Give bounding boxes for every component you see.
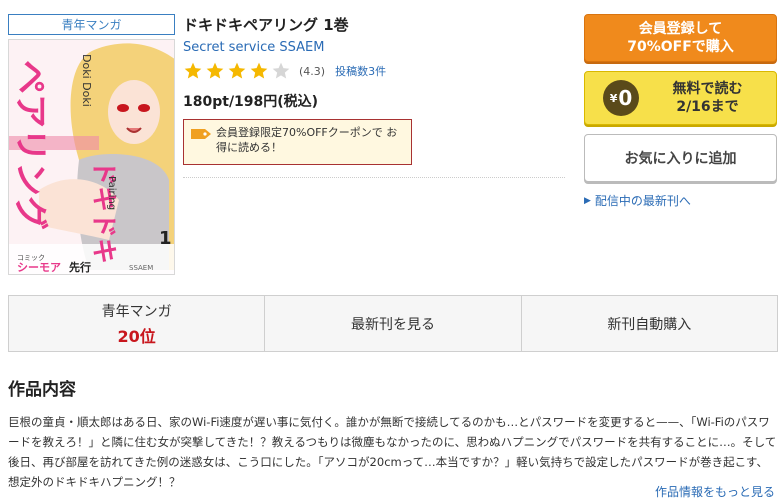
book-title: ドキドキペアリング 1巻 [183, 16, 349, 34]
latest-volume-button-label: 最新刊を見る [350, 316, 435, 333]
latest-volume-label: 配信中の最新刊へ [594, 194, 691, 208]
cover-latin-doki: Doki Doki [80, 54, 93, 107]
yen-symbol: ¥ [609, 91, 618, 105]
description-text: 巨根の童貞・順太郎はある日、家のWi-Fi速度が遅い事に気付く。誰かが無断で接続… [8, 415, 777, 489]
more-info-link[interactable]: 作品情報をもっと見る [655, 483, 775, 500]
yen-coin-icon: ¥0 [603, 80, 639, 116]
free-label-line1: 無料で読む [672, 81, 743, 97]
register-purchase-button[interactable]: 会員登録して 70%OFFで購入 [584, 14, 777, 62]
genre-ranking-label: 青年マンガ [101, 303, 172, 320]
cover-label-brand: シーモア [17, 261, 61, 274]
auto-purchase-button[interactable]: 新刊自動購入 [522, 296, 777, 351]
rating-row: (4.3) 投稿数3件 [183, 60, 386, 82]
cover-illustration: 1 コミック シーモア 先行 SSAEM ペアリング ドキドキ Doki Dok… [9, 40, 174, 274]
section-title: 作品内容 [8, 380, 76, 400]
cover-volume-number: 1 [159, 228, 172, 249]
book-cover[interactable]: 1 コミック シーモア 先行 SSAEM ペアリング ドキドキ Doki Dok… [8, 39, 175, 275]
star-icon [272, 62, 290, 79]
auto-purchase-label: 新刊自動購入 [607, 316, 692, 333]
rating-stars [183, 61, 293, 81]
latest-volume-link[interactable]: ▶ 配信中の最新刊へ [584, 192, 691, 209]
triangle-right-icon: ▶ [584, 195, 591, 206]
ticket-icon [191, 129, 211, 139]
genre-tag[interactable]: 青年マンガ [8, 14, 175, 35]
star-icon [184, 62, 202, 79]
read-free-button[interactable]: ¥0 無料で読む 2/16まで [584, 71, 777, 125]
cover-label-sakko: 先行 [69, 260, 91, 274]
price: 180pt/198円(税込) [183, 94, 319, 110]
cover-author-small: SSAEM [129, 264, 153, 272]
register-label-line2: 70%OFFで購入 [627, 39, 734, 55]
dotted-divider [183, 177, 565, 178]
star-icon [228, 62, 246, 79]
coupon-banner[interactable]: 会員登録限定70%OFFクーポンで お得に読める！ [183, 119, 412, 165]
author-link[interactable]: Secret service SSAEM [183, 40, 324, 55]
stats-bar: 青年マンガ 20位 最新刊を見る 新刊自動購入 [8, 295, 778, 352]
register-label-line1: 会員登録して [638, 21, 723, 37]
cover-latin-pairing: Pairing [106, 176, 117, 210]
coupon-text: 会員登録限定70%OFFクーポンで お得に読める！ [216, 126, 398, 154]
genre-ranking[interactable]: 青年マンガ 20位 [9, 296, 266, 351]
yen-zero: 0 [618, 86, 633, 110]
genre-ranking-value: 20位 [117, 326, 156, 346]
cover-title-text: ペアリング [10, 60, 50, 230]
latest-volume-button[interactable]: 最新刊を見る [265, 296, 522, 351]
star-icon [206, 62, 224, 79]
star-icon [250, 62, 268, 79]
reviews-link[interactable]: 投稿数3件 [335, 63, 386, 79]
rating-value: (4.3) [299, 64, 326, 78]
free-label-line2: 2/16まで [676, 99, 739, 115]
add-favorite-button[interactable]: お気に入りに追加 [584, 134, 777, 182]
